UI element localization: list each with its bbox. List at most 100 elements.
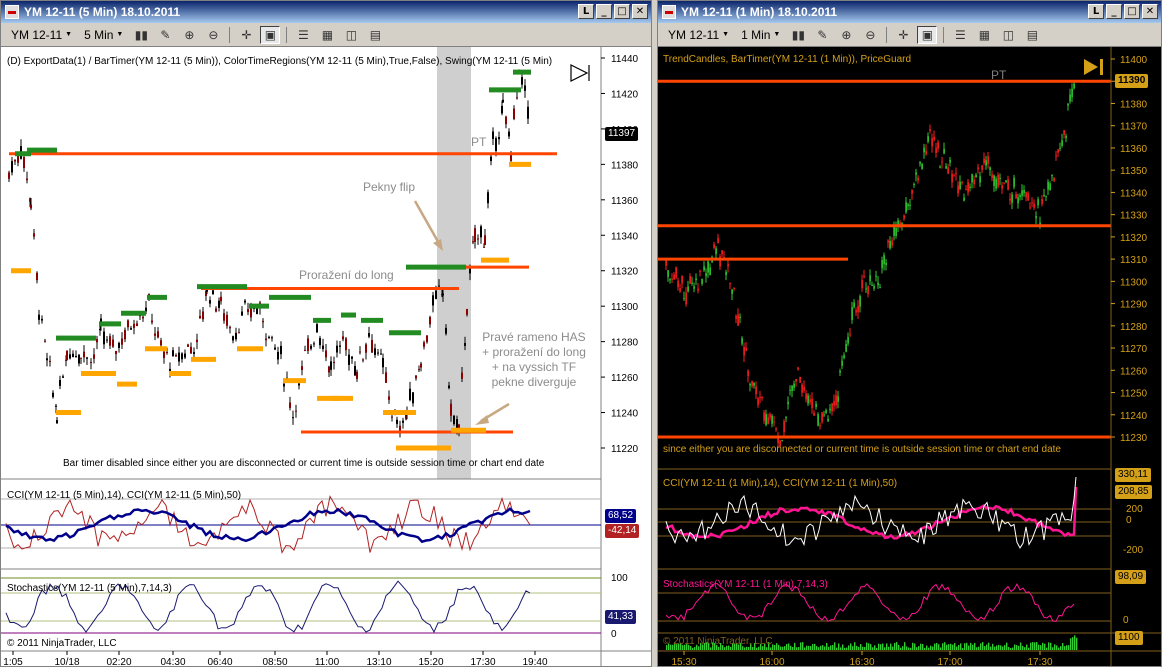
- price-tick-label: 11330: [1120, 211, 1148, 222]
- candle-body: [106, 339, 108, 341]
- indicator-icon[interactable]: ◫: [341, 26, 361, 44]
- volume-bar: [864, 646, 866, 650]
- time-tick-label: 15:20: [418, 657, 443, 667]
- volume-bar: [744, 647, 746, 650]
- minimize-button[interactable]: _: [596, 4, 612, 19]
- candle-body: [1061, 140, 1063, 146]
- candle-body: [725, 271, 727, 276]
- link-button[interactable]: L: [1088, 4, 1104, 19]
- instrument-selector[interactable]: YM 12-11 ▼: [7, 28, 76, 42]
- zoom-out-icon[interactable]: ⊖: [860, 26, 880, 44]
- volume-bar: [878, 643, 880, 650]
- candle-body: [911, 190, 913, 194]
- bar-type-icon[interactable]: ▮▮: [788, 26, 808, 44]
- candle-body: [232, 336, 234, 341]
- maximize-button[interactable]: □: [1124, 4, 1140, 19]
- titlebar[interactable]: YM 12-11 (1 Min) 18.10.2011 L _ □ ✕: [658, 1, 1161, 23]
- link-button[interactable]: L: [578, 4, 594, 19]
- candle-body: [442, 293, 444, 296]
- candle-body: [831, 403, 833, 412]
- time-tick-label: 15:30: [671, 657, 696, 667]
- pencil-icon[interactable]: ✎: [155, 26, 175, 44]
- cci-tick-0: 0: [1126, 515, 1132, 526]
- crosshair-icon[interactable]: ✛: [236, 26, 256, 44]
- volume-bar: [850, 643, 852, 650]
- zoom-in-icon[interactable]: ⊕: [836, 26, 856, 44]
- candle-body: [484, 235, 486, 245]
- candle-body: [803, 386, 805, 391]
- volume-bar: [860, 644, 862, 650]
- candle-body: [432, 295, 434, 306]
- candle-body: [461, 372, 463, 379]
- candle-body: [685, 292, 687, 305]
- strategy-icon[interactable]: ▦: [974, 26, 994, 44]
- volume-bar: [956, 646, 958, 650]
- volume-bar: [936, 642, 938, 650]
- candle-body: [181, 353, 183, 360]
- candle-body: [677, 280, 679, 288]
- volume-bar: [954, 643, 956, 650]
- candle-body: [298, 383, 300, 386]
- candle-body: [124, 329, 126, 340]
- volume-bar: [1052, 647, 1054, 650]
- volume-bar: [952, 644, 954, 650]
- candle-body: [883, 255, 885, 265]
- volume-bar: [812, 644, 814, 650]
- candle-body: [103, 331, 105, 345]
- price-chart-1min[interactable]: 11400 11390 11380 11370 11360 11350 11340 11330…: [658, 47, 1161, 667]
- maximize-button[interactable]: □: [614, 4, 630, 19]
- candle-body: [464, 343, 466, 346]
- pencil-icon[interactable]: ✎: [812, 26, 832, 44]
- candle-body: [859, 296, 861, 307]
- candle-body: [492, 131, 494, 139]
- time-tick-label: 06:40: [207, 657, 232, 667]
- properties-icon[interactable]: ☰: [293, 26, 313, 44]
- volume-bar: [832, 645, 834, 650]
- close-button[interactable]: ✕: [632, 4, 648, 19]
- chart-window-1min[interactable]: YM 12-11 (1 Min) 18.10.2011 L _ □ ✕ YM 1…: [657, 0, 1162, 667]
- candle-body: [1025, 192, 1027, 198]
- titlebar[interactable]: YM 12-11 (5 Min) 18.10.2011 L _ □ ✕: [1, 1, 651, 23]
- interval-selector[interactable]: 1 Min ▼: [737, 28, 784, 42]
- data-box-icon[interactable]: ▣: [917, 25, 938, 44]
- crosshair-icon[interactable]: ✛: [893, 26, 913, 44]
- candle-body: [295, 410, 297, 412]
- candle-body: [480, 226, 482, 238]
- interval-selector[interactable]: 5 Min ▼: [80, 28, 127, 42]
- instrument-selector[interactable]: YM 12-11 ▼: [664, 28, 733, 42]
- cci-label: CCI(YM 12-11 (5 Min),14), CCI(YM 12-11 (…: [7, 490, 242, 501]
- volume-bar: [792, 646, 794, 650]
- close-button[interactable]: ✕: [1142, 4, 1158, 19]
- bar-type-icon[interactable]: ▮▮: [131, 26, 151, 44]
- candle-body: [891, 240, 893, 246]
- minimize-button[interactable]: _: [1106, 4, 1122, 19]
- candle-body: [513, 108, 515, 119]
- properties-icon[interactable]: ☰: [950, 26, 970, 44]
- zoom-out-icon[interactable]: ⊖: [203, 26, 223, 44]
- chart-window-5min[interactable]: YM 12-11 (5 Min) 18.10.2011 L _ □ ✕ YM 1…: [0, 0, 652, 667]
- candle-body: [423, 342, 425, 347]
- template-icon[interactable]: ▤: [1022, 26, 1042, 44]
- volume-bar: [924, 647, 926, 650]
- template-icon[interactable]: ▤: [365, 26, 385, 44]
- volume-bar: [994, 646, 996, 650]
- volume-bar: [846, 647, 848, 650]
- volume-bar: [1000, 645, 1002, 650]
- candle-body: [869, 275, 871, 282]
- price-tick-label: 11360: [1120, 144, 1148, 155]
- play-end-icon[interactable]: [570, 64, 590, 82]
- strategy-icon[interactable]: ▦: [317, 26, 337, 44]
- volume-bar: [970, 642, 972, 650]
- indicator-icon[interactable]: ◫: [998, 26, 1018, 44]
- candle-body: [301, 366, 303, 370]
- time-tick-label: 16:30: [849, 657, 874, 667]
- candle-body: [671, 278, 673, 280]
- data-box-icon[interactable]: ▣: [260, 25, 281, 44]
- price-tick-label: 11270: [1120, 344, 1148, 355]
- candle-body: [977, 167, 979, 170]
- candle-body: [226, 314, 228, 326]
- zoom-in-icon[interactable]: ⊕: [179, 26, 199, 44]
- candle-body: [895, 228, 897, 236]
- candle-body: [336, 345, 338, 353]
- play-end-icon[interactable]: [1084, 59, 1103, 75]
